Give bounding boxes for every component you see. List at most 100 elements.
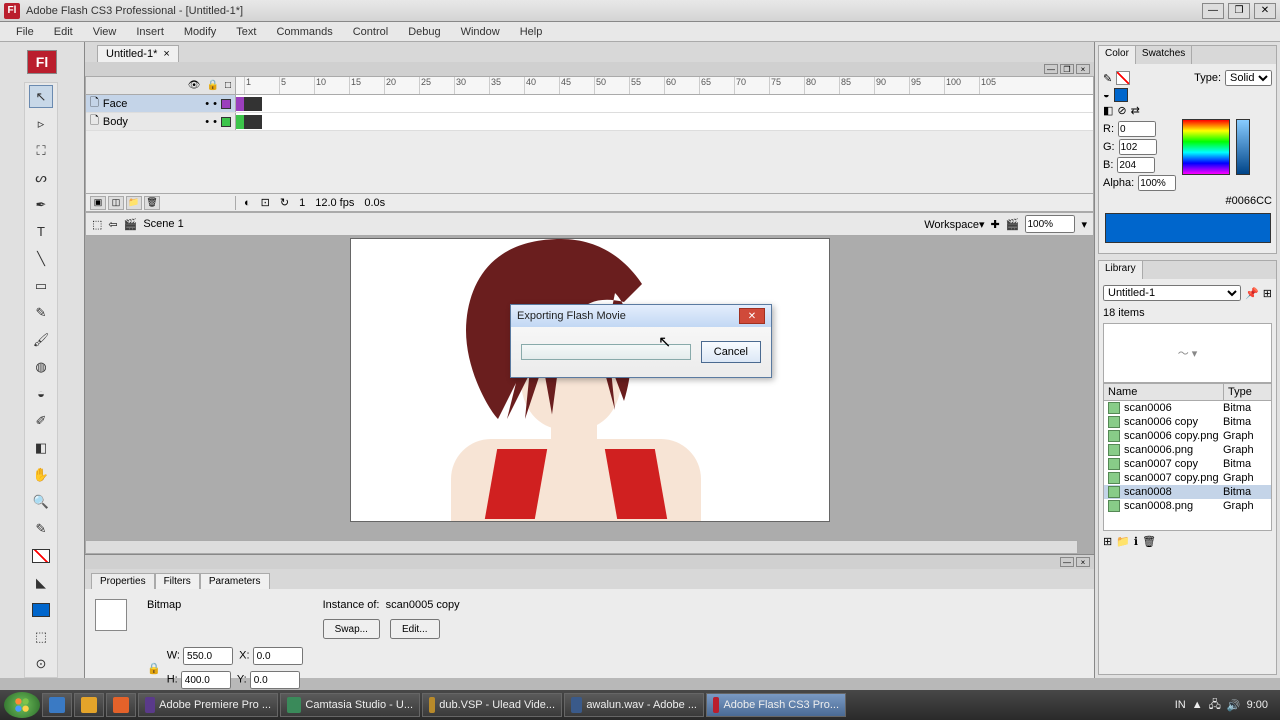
close-tab-icon[interactable]: × xyxy=(163,48,169,60)
maximize-button[interactable]: ❐ xyxy=(1228,3,1250,19)
green-input[interactable] xyxy=(1119,139,1157,155)
stroke-color-icon[interactable]: ✎ xyxy=(29,517,53,540)
height-input[interactable] xyxy=(181,671,231,689)
system-tray[interactable]: IN ▲ 🖧 🔊 9:00 xyxy=(1167,696,1276,715)
tab-properties[interactable]: Properties xyxy=(91,573,155,589)
minimize-button[interactable]: — xyxy=(1202,3,1224,19)
new-motion-icon[interactable]: ◫ xyxy=(108,196,124,210)
panel-max-icon[interactable]: ❐ xyxy=(1060,64,1074,74)
taskbar-app[interactable]: Camtasia Studio - U... xyxy=(280,693,420,717)
swap-colors-icon[interactable]: ⬚ xyxy=(29,625,53,648)
workspace-dropdown[interactable]: Workspace▾ xyxy=(924,218,984,231)
no-stroke-icon[interactable] xyxy=(1116,71,1130,85)
edit-scene-icon[interactable]: ⬚ xyxy=(92,218,102,231)
selection-tool[interactable]: ↖ xyxy=(29,85,53,108)
pencil-tool[interactable]: ✎ xyxy=(29,301,53,324)
eye-icon[interactable]: 👁 xyxy=(188,80,201,91)
free-transform-tool[interactable]: ⛶ xyxy=(29,139,53,162)
edit-button[interactable]: Edit... xyxy=(390,619,440,639)
library-doc-select[interactable]: Untitled-1 xyxy=(1103,285,1241,301)
rectangle-tool[interactable]: ▭ xyxy=(29,274,53,297)
eyedropper-tool[interactable]: ✐ xyxy=(29,409,53,432)
library-item[interactable]: scan0008.pngGraph xyxy=(1104,499,1271,513)
menu-file[interactable]: File xyxy=(6,24,44,40)
delete-icon[interactable]: 🗑 xyxy=(1142,535,1156,548)
red-input[interactable] xyxy=(1118,121,1156,137)
library-list[interactable]: NameType scan0006Bitmascan0006 copyBitma… xyxy=(1103,383,1272,531)
color-type-select[interactable]: Solid xyxy=(1225,70,1272,86)
horizontal-scrollbar[interactable] xyxy=(85,540,1078,554)
lock-wh-icon[interactable]: 🔒 xyxy=(147,662,161,675)
color-spectrum[interactable] xyxy=(1182,119,1230,175)
center-frame-icon[interactable]: ⊡ xyxy=(261,196,270,209)
taskbar-app[interactable]: awalun.wav - Adobe ... xyxy=(564,693,704,717)
tray-icon[interactable]: ▲ xyxy=(1192,699,1203,711)
fill-swatch[interactable] xyxy=(29,598,53,621)
hand-tool[interactable]: ✋ xyxy=(29,463,53,486)
outline-icon[interactable]: □ xyxy=(225,80,231,91)
library-item[interactable]: scan0007 copyBitma xyxy=(1104,457,1271,471)
swap-button[interactable]: Swap... xyxy=(323,619,380,639)
swap-icon[interactable]: ⇄ xyxy=(1131,104,1140,117)
tab-filters[interactable]: Filters xyxy=(155,573,200,589)
library-item[interactable]: scan0006Bitma xyxy=(1104,401,1271,415)
panel-min-icon[interactable]: — xyxy=(1044,64,1058,74)
quick-launch[interactable] xyxy=(74,693,104,717)
menu-debug[interactable]: Debug xyxy=(398,24,450,40)
lang-indicator[interactable]: IN xyxy=(1175,699,1186,711)
taskbar-app[interactable]: dub.VSP - Ulead Vide... xyxy=(422,693,562,717)
dialog-close-button[interactable]: ✕ xyxy=(739,308,765,324)
library-item[interactable]: scan0007 copy.pngGraph xyxy=(1104,471,1271,485)
width-input[interactable] xyxy=(183,647,233,665)
brush-tool[interactable]: 🖌 xyxy=(29,328,53,351)
menu-commands[interactable]: Commands xyxy=(266,24,342,40)
tab-library[interactable]: Library xyxy=(1099,261,1143,279)
volume-icon[interactable]: 🔊 xyxy=(1227,699,1241,712)
hex-value[interactable]: #0066CC xyxy=(1226,195,1272,207)
network-icon[interactable]: 🖧 xyxy=(1209,696,1221,715)
bucket-icon[interactable]: ◒ xyxy=(1103,89,1110,101)
panel-min-icon[interactable]: — xyxy=(1060,557,1074,567)
start-button[interactable] xyxy=(4,692,40,718)
alpha-input[interactable] xyxy=(1138,175,1176,191)
stage[interactable] xyxy=(350,238,830,522)
menu-control[interactable]: Control xyxy=(343,24,398,40)
paint-bucket-tool[interactable]: ◒ xyxy=(29,382,53,405)
zoom-dropdown-icon[interactable]: ▾ xyxy=(1081,218,1087,231)
snap-tool[interactable]: ⊙ xyxy=(29,652,53,675)
taskbar-app[interactable]: Adobe Premiere Pro ... xyxy=(138,693,278,717)
library-item[interactable]: scan0008Bitma xyxy=(1104,485,1271,499)
line-tool[interactable]: ╲ xyxy=(29,247,53,270)
menu-help[interactable]: Help xyxy=(510,24,553,40)
y-input[interactable] xyxy=(250,671,300,689)
menu-view[interactable]: View xyxy=(83,24,127,40)
edit-symbols-icon[interactable]: ✚ xyxy=(991,218,1000,231)
taskbar-app[interactable]: Adobe Flash CS3 Pro... xyxy=(706,693,846,717)
new-symbol-icon[interactable]: ⊞ xyxy=(1103,535,1112,548)
fill-swatch[interactable] xyxy=(1114,88,1128,102)
x-input[interactable] xyxy=(253,647,303,665)
tab-parameters[interactable]: Parameters xyxy=(200,573,270,589)
menu-text[interactable]: Text xyxy=(226,24,266,40)
properties-icon[interactable]: ℹ xyxy=(1134,535,1138,548)
loop-icon[interactable]: ↻ xyxy=(280,196,289,209)
edit-scenes-icon[interactable]: 🎬 xyxy=(1006,218,1020,231)
library-item[interactable]: scan0006 copy.pngGraph xyxy=(1104,429,1271,443)
zoom-tool[interactable]: 🔍 xyxy=(29,490,53,513)
color-brightness[interactable] xyxy=(1236,119,1250,175)
blue-input[interactable] xyxy=(1117,157,1155,173)
lasso-tool[interactable]: ᔕ xyxy=(29,166,53,189)
pencil-icon[interactable]: ✎ xyxy=(1103,72,1112,85)
new-folder-icon[interactable]: 📁 xyxy=(1116,535,1130,548)
delete-layer-icon[interactable]: 🗑 xyxy=(144,196,160,210)
menu-edit[interactable]: Edit xyxy=(44,24,83,40)
onion-skin-icon[interactable]: ◐ xyxy=(244,197,251,209)
document-tab[interactable]: Untitled-1*× xyxy=(97,45,179,62)
close-button[interactable]: ✕ xyxy=(1254,3,1276,19)
menu-modify[interactable]: Modify xyxy=(174,24,226,40)
back-icon[interactable]: ⇦ xyxy=(108,218,117,231)
lock-icon[interactable]: 🔒 xyxy=(207,80,219,91)
fill-color-icon[interactable]: ◣ xyxy=(29,571,53,594)
frames-ruler[interactable]: 1510152025303540455055606570758085909510… xyxy=(236,77,1093,94)
quick-launch[interactable] xyxy=(42,693,72,717)
